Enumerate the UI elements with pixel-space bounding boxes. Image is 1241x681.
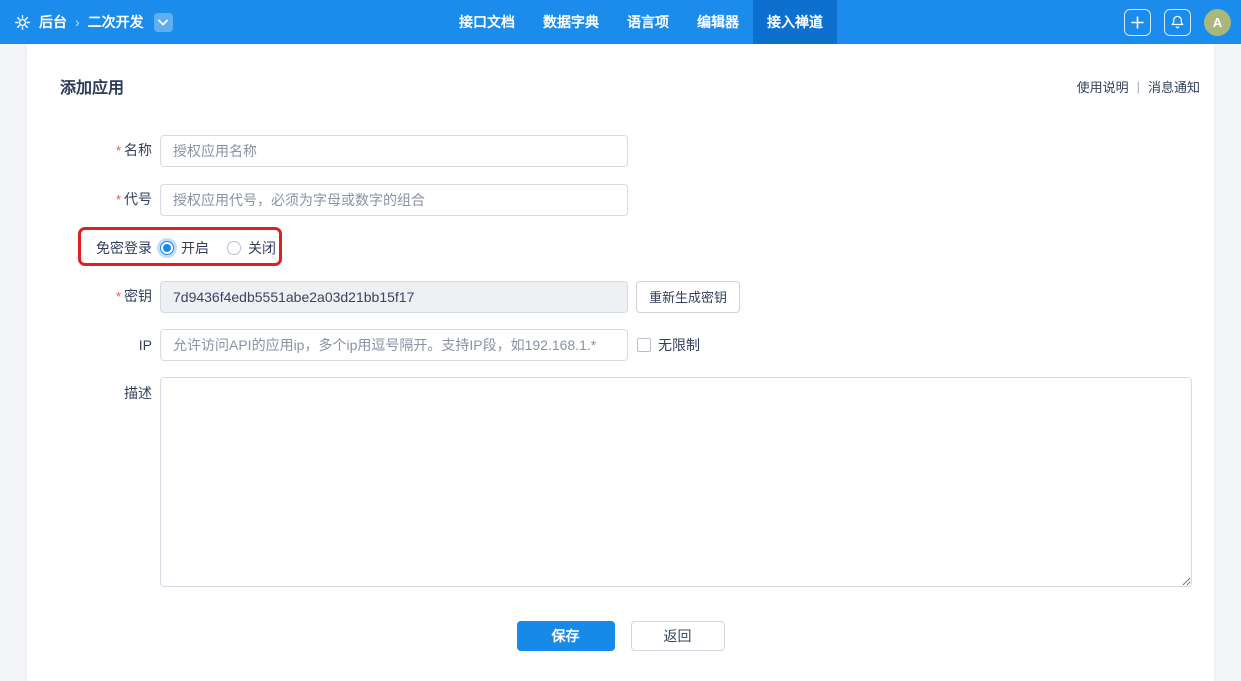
usage-help-link[interactable]: 使用说明	[1077, 77, 1129, 96]
link-divider: |	[1136, 78, 1140, 94]
card-header: 添加应用 使用说明 | 消息通知	[27, 74, 1214, 98]
content-card: 添加应用 使用说明 | 消息通知 *名称 *代号	[27, 44, 1214, 681]
form-row-secret: *密钥 重新生成密钥	[27, 280, 1214, 313]
create-button[interactable]	[1124, 8, 1151, 36]
form-row-desc: 描述	[27, 377, 1214, 587]
page-title: 添加应用	[60, 80, 125, 97]
form-row-free-login: 免密登录 开启 关闭	[27, 227, 1214, 266]
secret-input[interactable]	[160, 280, 628, 313]
name-input[interactable]	[160, 134, 628, 167]
user-avatar[interactable]: A	[1204, 8, 1231, 36]
module-dropdown-toggle[interactable]	[153, 12, 173, 32]
bell-icon	[1171, 15, 1184, 29]
radio-off-label: 关闭	[248, 240, 276, 256]
form-row-ip: IP 无限制	[27, 329, 1214, 361]
radio-off-icon[interactable]	[227, 241, 241, 255]
gear-icon[interactable]	[14, 14, 31, 31]
required-asterisk: *	[115, 289, 121, 304]
plus-icon	[1131, 15, 1144, 29]
form-actions: 保存 返回	[27, 621, 1214, 651]
page-body: 添加应用 使用说明 | 消息通知 *名称 *代号	[0, 44, 1241, 681]
code-input[interactable]	[160, 183, 628, 216]
breadcrumb-back[interactable]: 后台	[39, 12, 67, 32]
radio-option-off[interactable]: 关闭	[227, 238, 276, 258]
secret-label: 密钥	[124, 288, 152, 304]
chevron-down-icon	[158, 19, 169, 25]
save-button[interactable]: 保存	[516, 621, 615, 651]
main-menu: 接口文档 数据字典 语言项 编辑器 接入禅道	[445, 0, 837, 44]
menu-item-lang[interactable]: 语言项	[613, 0, 683, 44]
desc-label: 描述	[124, 385, 152, 401]
back-button[interactable]: 返回	[630, 621, 725, 651]
code-label: 代号	[124, 191, 152, 207]
ip-label: IP	[138, 337, 152, 353]
breadcrumb-separator: ›	[75, 14, 80, 30]
unlimited-checkbox[interactable]	[637, 338, 651, 352]
breadcrumb: 后台 › 二次开发	[14, 12, 173, 32]
required-asterisk: *	[115, 143, 121, 158]
unlimited-label[interactable]: 无限制	[658, 335, 700, 355]
free-login-label: 免密登录	[96, 240, 152, 256]
form-row-name: * 名称	[27, 134, 1214, 167]
message-notify-link[interactable]: 消息通知	[1148, 77, 1200, 96]
menu-item-data-dict[interactable]: 数据字典	[529, 0, 613, 44]
header-links: 使用说明 | 消息通知	[1077, 77, 1200, 96]
radio-on-icon[interactable]	[160, 241, 174, 255]
ip-input[interactable]	[160, 329, 628, 361]
add-app-form: *名称 *代号 免密登录 开启	[27, 134, 1214, 651]
menu-item-integration[interactable]: 接入禅道	[753, 0, 837, 44]
navbar-right: A	[1124, 8, 1231, 36]
description-textarea[interactable]	[160, 377, 1192, 587]
regenerate-secret-button[interactable]: 重新生成密钥	[636, 280, 741, 313]
name-label: 名称	[124, 142, 152, 158]
breadcrumb-module[interactable]: 二次开发	[88, 12, 144, 32]
notification-button[interactable]	[1164, 8, 1191, 36]
top-navbar: 后台 › 二次开发 接口文档 数据字典 语言项 编辑器 接入禅道 A	[0, 0, 1241, 44]
form-row-code: * 代号	[27, 183, 1214, 216]
radio-option-on[interactable]: 开启	[160, 238, 209, 258]
required-asterisk: *	[115, 192, 121, 207]
menu-item-editor[interactable]: 编辑器	[683, 0, 753, 44]
menu-item-api-docs[interactable]: 接口文档	[445, 0, 529, 44]
radio-on-label: 开启	[181, 240, 209, 256]
